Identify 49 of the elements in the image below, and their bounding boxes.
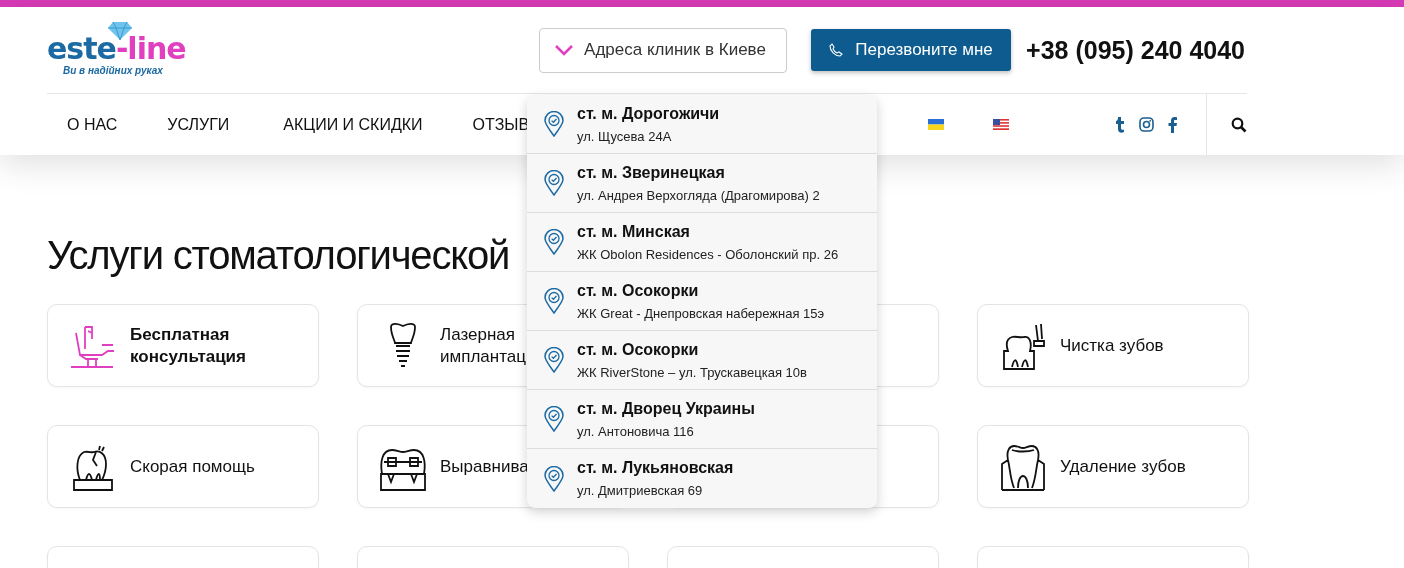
service-card[interactable]: Скорая помощь [47,425,319,508]
page-heading: Услуги стоматологической [47,232,510,279]
clinic-addresses-dropdown[interactable]: Адреса клиник в Киеве [539,27,788,73]
service-title: Выравнива [440,455,526,478]
nav-link[interactable]: О НАС [67,115,118,134]
clinic-address: ул. Андрея Верхогляда (Драгомирова) 2 [577,187,820,203]
clinic-address: ул. Щусева 24А [577,128,673,144]
service-card[interactable]: Чистка зубов [977,304,1249,387]
location-pin-icon [544,406,564,432]
clinic-menu-item[interactable]: ст. м. Осокорки ЖК Great - Днепровская набережная 15э [527,272,877,331]
metro-station: ст. м. Дорогожичи [577,104,720,123]
phone-icon [829,43,844,57]
service-title: Лазерная имплантац [440,323,526,368]
nav-link[interactable]: УСЛУГИ [167,115,230,134]
location-pin-icon [544,111,564,137]
facebook-icon[interactable] [1168,116,1177,133]
us-flag-icon[interactable] [993,119,1009,130]
clinic-menu-item[interactable]: ст. м. Дорогожичи ул. Щусева 24А [527,95,877,154]
nav-link[interactable]: АКЦИИ И СКИДКИ [283,115,423,134]
metro-station: ст. м. Минская [577,222,691,241]
metro-station: ст. м. Осокорки [577,281,700,300]
location-pin-icon [544,170,564,196]
instagram-icon[interactable] [1139,117,1154,132]
metro-station: ст. м. Дворец Украины [577,399,755,418]
clinic-menu-item[interactable]: ст. м. Осокорки ЖК RiverStone – ул. Трускавецкая 10в [527,331,877,390]
callback-button[interactable]: Перезвоните мне [811,29,1012,71]
metro-station: ст. м. Зверинецкая [577,163,726,182]
location-pin-icon [544,288,564,314]
clinic-menu-item[interactable]: ст. м. Дворец Украины ул. Антоновича 116 [527,390,877,449]
clinic-menu-item[interactable]: ст. м. Минская ЖК Obolon Residences - Оболонский пр. 26 [527,213,877,272]
location-pin-icon [544,347,564,373]
location-pin-icon [544,465,564,492]
chevron-down-icon [554,44,575,56]
service-title: Скорая помощь [130,455,255,478]
service-title: Бесплатная консультация [130,323,247,368]
clinic-menu-item[interactable]: ст. м. Зверинецкая ул. Андрея Верхогляда (Драгомирова) 2 [527,154,877,213]
tumblr-icon[interactable] [1115,116,1125,133]
search-icon[interactable] [1231,116,1247,133]
ukraine-flag-icon[interactable] [928,119,944,130]
nav-link[interactable]: ОТЗЫВ [472,115,530,134]
location-pin-icon [544,229,564,255]
logo-slogan: Ви в надійних руках [63,64,163,76]
service-card[interactable]: Удаление зубов [977,425,1249,508]
phone-number[interactable]: +38 (095) 240 4040 [1026,35,1245,65]
service-title: Удаление зубов [1060,455,1186,478]
service-card[interactable]: Бесплатная консультация [47,304,319,387]
logo-text[interactable]: este-line [47,32,186,65]
clinic-address: ЖК Obolon Residences - Оболонский пр. 26 [577,246,839,262]
service-title: Чистка зубов [1060,334,1164,357]
